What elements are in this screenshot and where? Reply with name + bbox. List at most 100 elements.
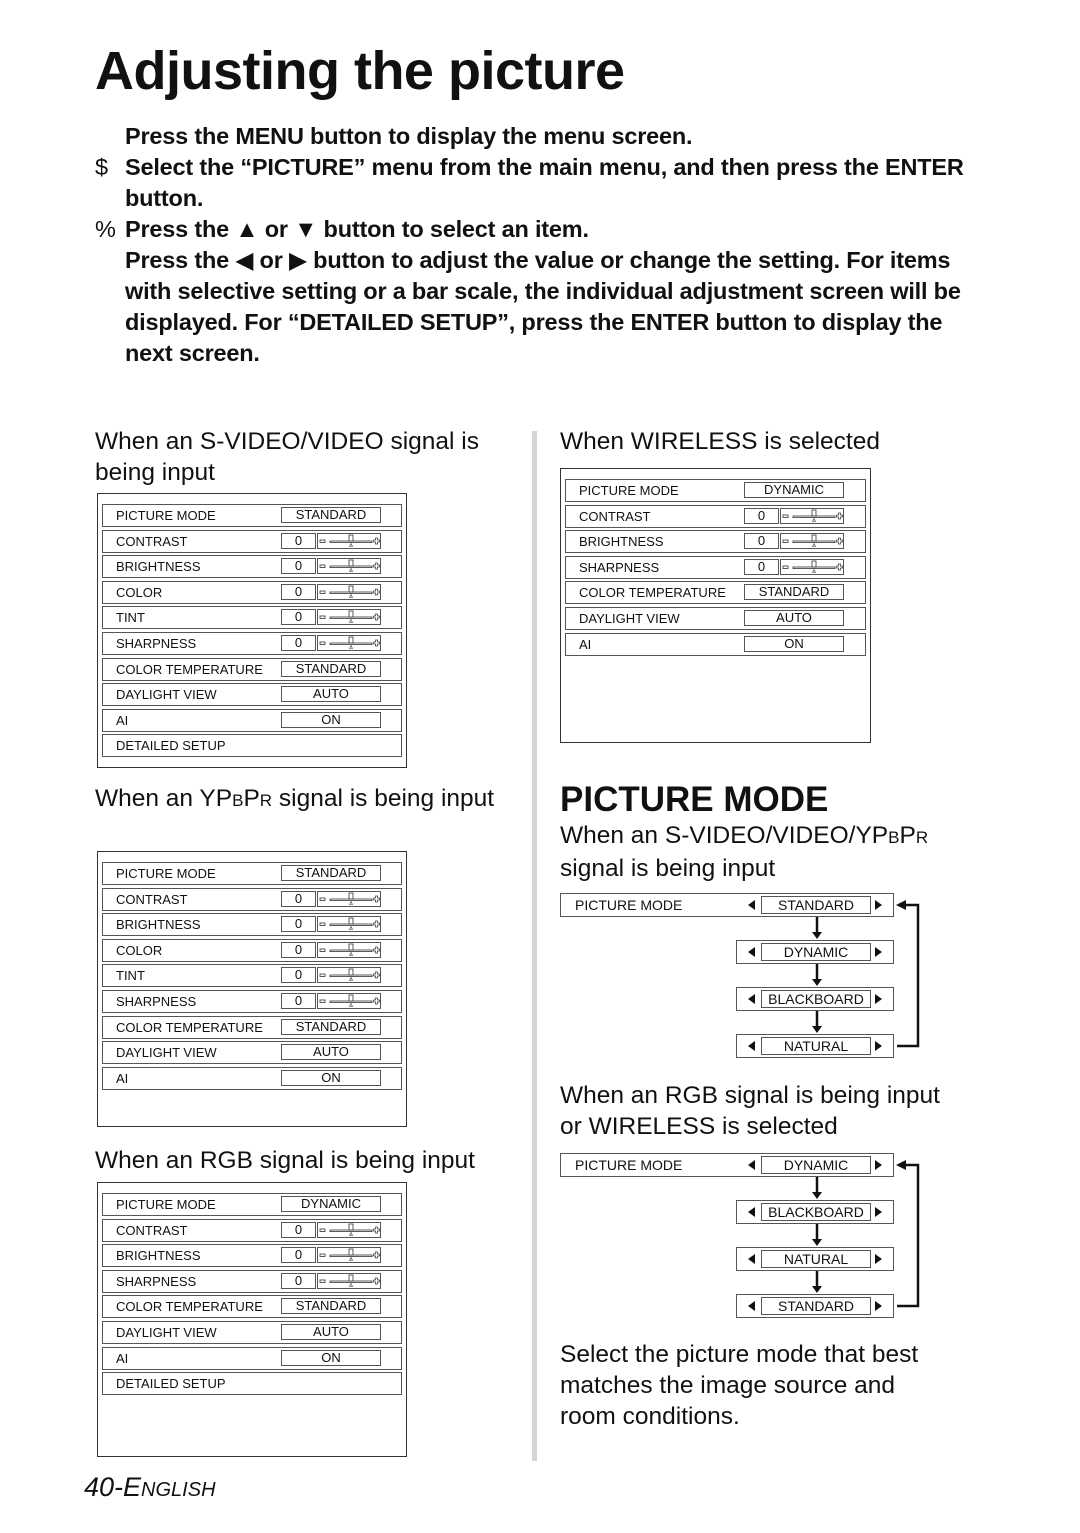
plus-icon	[373, 1226, 380, 1233]
menu-item-value[interactable]: STANDARD	[281, 1018, 381, 1035]
menu-item-value[interactable]: AUTO	[281, 1323, 381, 1340]
menu-item-sharpness[interactable]: SHARPNESS 0	[102, 989, 402, 1013]
menu-item-number: 0	[281, 967, 316, 984]
menu-item-brightness[interactable]: BRIGHTNESS 0	[565, 530, 866, 554]
menu-item-color-temperature[interactable]: COLOR TEMPERATURE STANDARD	[102, 1015, 402, 1039]
slider-knob[interactable]	[348, 968, 354, 976]
bar-scale-slider[interactable]	[317, 916, 381, 933]
bar-scale-slider[interactable]	[317, 1272, 381, 1289]
menu-item-tint[interactable]: TINT 0	[102, 606, 402, 630]
menu-item-value[interactable]: STANDARD	[744, 584, 844, 601]
menu-item-value[interactable]: AUTO	[281, 686, 381, 703]
ypbpr-caption: When an YPBPR signal is being input	[95, 783, 515, 816]
menu-item-number: 0	[281, 890, 316, 907]
menu-item-brightness[interactable]: BRIGHTNESS 0	[102, 913, 402, 937]
bar-scale-slider[interactable]	[317, 941, 381, 958]
menu-item-picture-mode[interactable]: PICTURE MODE STANDARD	[102, 862, 402, 885]
slider-knob[interactable]	[811, 534, 817, 542]
menu-item-value[interactable]: DYNAMIC	[744, 482, 844, 498]
bar-scale-slider[interactable]	[317, 583, 381, 600]
menu-item-label: BRIGHTNESS	[116, 559, 201, 575]
menu-item-picture-mode[interactable]: PICTURE MODE DYNAMIC	[102, 1193, 402, 1216]
slider-knob[interactable]	[348, 1248, 354, 1256]
menu-item-daylight-view[interactable]: DAYLIGHT VIEW AUTO	[102, 1041, 402, 1065]
slider-knob[interactable]	[348, 610, 354, 618]
menu-item-sharpness[interactable]: SHARPNESS 0	[565, 555, 866, 579]
menu-item-brightness[interactable]: BRIGHTNESS 0	[102, 555, 402, 579]
bar-scale-slider[interactable]	[780, 533, 844, 550]
picture-mode-flow-1: PICTURE MODE STANDARD DYNAMIC BLACKBOARD NAT…	[560, 893, 940, 1063]
bar-scale-slider[interactable]	[780, 558, 844, 575]
menu-item-number: 0	[281, 558, 316, 575]
menu-item-value[interactable]: STANDARD	[281, 865, 381, 881]
slider-knob[interactable]	[348, 559, 354, 567]
menu-item-value[interactable]: STANDARD	[281, 660, 381, 677]
bar-scale-slider[interactable]	[317, 992, 381, 1009]
bar-scale-slider[interactable]	[317, 1221, 381, 1238]
menu-item-contrast[interactable]: CONTRAST 0	[102, 887, 402, 911]
step-3: % Press the ▲ or ▼ button to select an i…	[95, 214, 995, 245]
menu-item-sharpness[interactable]: SHARPNESS 0	[102, 1269, 402, 1293]
menu-item-color-temperature[interactable]: COLOR TEMPERATURE STANDARD	[102, 657, 402, 681]
bar-scale-slider[interactable]	[317, 609, 381, 626]
menu-item-contrast[interactable]: CONTRAST 0	[102, 1218, 402, 1242]
menu-item-ai[interactable]: AI ON	[102, 1346, 402, 1370]
bar-scale-slider[interactable]	[317, 890, 381, 907]
left-arrow-head-icon	[896, 900, 906, 910]
menu-item-contrast[interactable]: CONTRAST 0	[565, 504, 866, 528]
slider-knob[interactable]	[348, 1223, 354, 1230]
slider-knob[interactable]	[811, 509, 817, 516]
menu-item-number: 0	[281, 1272, 316, 1289]
center-mark-icon	[349, 644, 353, 649]
menu-item-ai[interactable]: AI ON	[102, 708, 402, 732]
menu-item-daylight-view[interactable]: DAYLIGHT VIEW AUTO	[102, 683, 402, 707]
menu-item-tint[interactable]: TINT 0	[102, 964, 402, 988]
menu-item-label: AI	[579, 636, 592, 652]
menu-item-value[interactable]: ON	[281, 1069, 381, 1086]
menu-item-value[interactable]: STANDARD	[281, 507, 381, 523]
bar-scale-slider[interactable]	[317, 532, 381, 549]
menu-item-color-temperature[interactable]: COLOR TEMPERATURE STANDARD	[102, 1295, 402, 1319]
menu-item-number: 0	[281, 634, 316, 651]
bar-scale-slider[interactable]	[780, 507, 844, 524]
menu-item-ai[interactable]: AI ON	[565, 632, 866, 656]
menu-item-detailed-setup[interactable]: DETAILED SETUP	[102, 734, 402, 758]
menu-item-color-temperature[interactable]: COLOR TEMPERATURE STANDARD	[565, 581, 866, 605]
menu-item-picture-mode[interactable]: PICTURE MODE STANDARD	[102, 504, 402, 527]
slider-knob[interactable]	[348, 1274, 354, 1282]
menu-item-value[interactable]: AUTO	[744, 609, 844, 626]
slider-knob[interactable]	[348, 917, 354, 925]
slider-knob[interactable]	[348, 892, 354, 899]
menu-item-picture-mode[interactable]: PICTURE MODE DYNAMIC	[565, 479, 866, 502]
menu-item-value[interactable]: AUTO	[281, 1044, 381, 1061]
menu-item-value[interactable]: STANDARD	[281, 1298, 381, 1315]
menu-item-label: CONTRAST	[116, 533, 188, 549]
menu-item-daylight-view[interactable]: DAYLIGHT VIEW AUTO	[102, 1320, 402, 1344]
menu-item-value[interactable]: ON	[744, 635, 844, 652]
slider-knob[interactable]	[348, 534, 354, 541]
slider-knob[interactable]	[348, 585, 354, 593]
menu-item-contrast[interactable]: CONTRAST 0	[102, 529, 402, 553]
menu-item-value[interactable]: ON	[281, 1349, 381, 1366]
menu-item-brightness[interactable]: BRIGHTNESS 0	[102, 1244, 402, 1268]
slider-knob[interactable]	[811, 560, 817, 568]
menu-item-sharpness[interactable]: SHARPNESS 0	[102, 631, 402, 655]
menu-item-detailed-setup[interactable]: DETAILED SETUP	[102, 1372, 402, 1396]
menu-item-color[interactable]: COLOR 0	[102, 580, 402, 604]
bar-scale-slider[interactable]	[317, 1247, 381, 1264]
menu-item-number: 0	[744, 533, 779, 550]
slider-knob[interactable]	[348, 636, 354, 644]
menu-item-ai[interactable]: AI ON	[102, 1066, 402, 1090]
menu-item-color[interactable]: COLOR 0	[102, 938, 402, 962]
step-1: Press the MENU button to display the men…	[95, 121, 995, 152]
menu-item-value[interactable]: ON	[281, 711, 381, 728]
bar-scale-slider[interactable]	[317, 558, 381, 575]
menu-item-value[interactable]: DYNAMIC	[281, 1196, 381, 1212]
bar-scale-slider[interactable]	[317, 967, 381, 984]
slider-knob[interactable]	[348, 994, 354, 1002]
bar-scale-slider[interactable]	[317, 634, 381, 651]
slider-knob[interactable]	[348, 943, 354, 951]
plus-icon	[373, 946, 380, 954]
minus-icon	[319, 1253, 326, 1258]
menu-item-daylight-view[interactable]: DAYLIGHT VIEW AUTO	[565, 606, 866, 630]
